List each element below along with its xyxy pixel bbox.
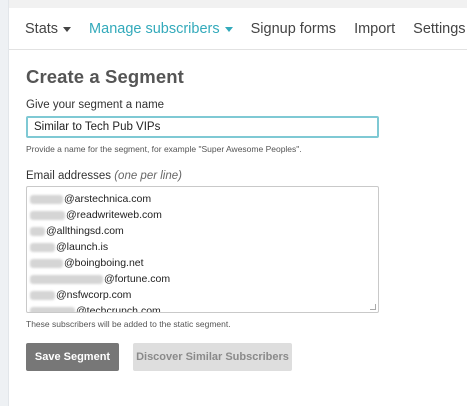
emails-label: Email addresses (one per line) — [26, 170, 182, 182]
email-line: @fortune.com — [30, 272, 170, 286]
email-line: @techcrunch.com — [30, 304, 161, 313]
email-domain: @fortune.com — [104, 273, 171, 285]
segment-form: Create a Segment Give your segment a nam… — [26, 66, 386, 371]
email-domain: @allthingsd.com — [46, 225, 124, 237]
email-line: @allthingsd.com — [30, 224, 124, 238]
emails-label-hint: (one per line) — [114, 170, 182, 182]
name-help-text: Provide a name for the segment, for exam… — [26, 144, 302, 154]
save-segment-button[interactable]: Save Segment — [26, 343, 119, 371]
discover-similar-subscribers-button[interactable]: Discover Similar Subscribers — [133, 343, 292, 371]
nav-settings-label: Settings — [413, 20, 466, 37]
nav-manage-subscribers-label: Manage subscribers — [89, 20, 220, 37]
email-line: @arstechnica.com — [30, 192, 151, 206]
page: Stats Manage subscribers Signup forms Im… — [0, 0, 467, 406]
email-line: @launch.is — [30, 240, 108, 254]
email-line: @readwriteweb.com — [30, 208, 162, 222]
email-domain: @nsfwcorp.com — [56, 289, 132, 301]
nav-manage-subscribers[interactable]: Manage subscribers — [89, 21, 233, 37]
name-label: Give your segment a name — [26, 99, 165, 111]
nav-stats[interactable]: Stats — [25, 20, 72, 37]
email-domain: @launch.is — [56, 241, 109, 253]
nav-import-label: Import — [354, 20, 396, 37]
email-addresses-textarea[interactable]: @arstechnica.com @readwriteweb.com @allt… — [26, 186, 379, 313]
left-rail — [0, 0, 9, 406]
page-title: Create a Segment — [26, 66, 184, 87]
nav-signup-forms[interactable]: Signup forms — [251, 21, 336, 37]
email-domain: @arstechnica.com — [64, 193, 152, 205]
emails-label-text: Email addresses — [26, 170, 112, 182]
nav-import[interactable]: Import — [354, 21, 395, 37]
email-domain: @techcrunch.com — [76, 305, 161, 313]
nav-signup-forms-label: Signup forms — [250, 20, 337, 37]
email-line: @boingboing.net — [30, 256, 144, 270]
resize-handle-icon[interactable] — [370, 304, 376, 310]
nav-stats-label: Stats — [25, 20, 59, 37]
nav-settings[interactable]: Settings — [413, 21, 467, 37]
email-domain: @readwriteweb.com — [66, 209, 162, 221]
chevron-down-icon — [224, 27, 233, 32]
segment-name-input[interactable] — [26, 116, 379, 138]
email-line: @nsfwcorp.com — [30, 288, 131, 302]
chevron-down-icon — [63, 27, 72, 32]
emails-help-text: These subscribers will be added to the s… — [26, 319, 231, 329]
top-nav: Stats Manage subscribers Signup forms Im… — [9, 0, 467, 50]
email-domain: @boingboing.net — [64, 257, 144, 269]
